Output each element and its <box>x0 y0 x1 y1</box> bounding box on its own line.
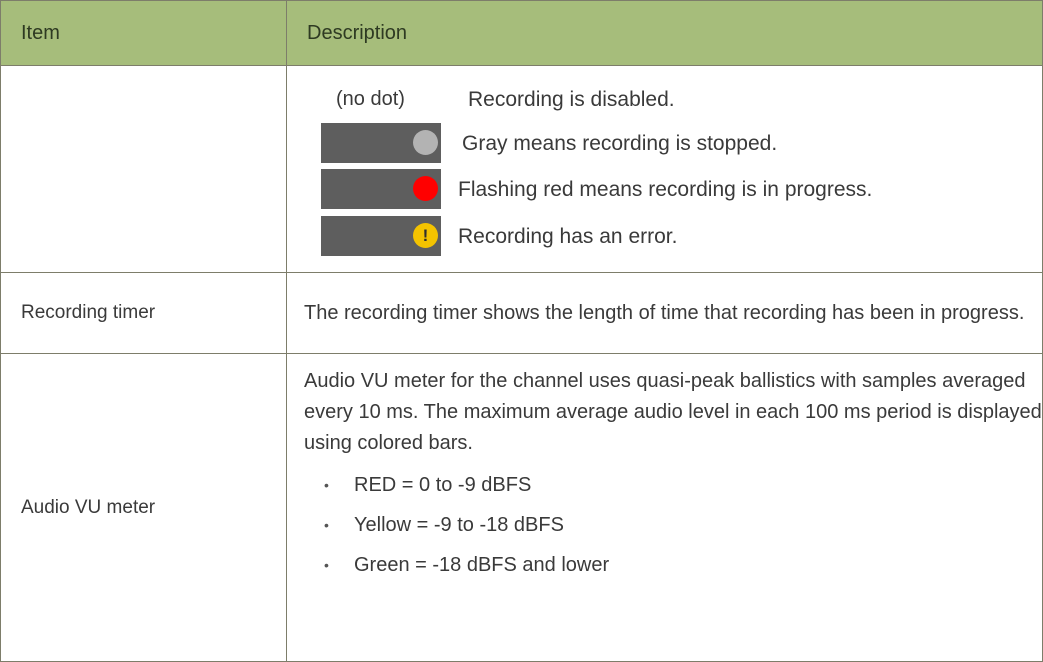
red-dot-icon <box>413 176 438 201</box>
description-table: Item Description (no dot) Recording is d… <box>0 0 1043 662</box>
bullet-icon: • <box>324 556 329 573</box>
timer-item-cell: Recording timer <box>0 272 287 354</box>
indicator-bar <box>321 123 441 163</box>
vu-description-cell: Audio VU meter for the channel uses quas… <box>286 353 1043 662</box>
header-item-label: Item <box>21 21 60 44</box>
status-description-cell: (no dot) Recording is disabled. Gray mea… <box>286 65 1043 273</box>
indicator-error: ! Recording has an error. <box>321 216 677 256</box>
indicator-bar <box>321 169 441 209</box>
indicator-stopped-text: Gray means recording is stopped. <box>462 131 778 155</box>
header-row: Item Description <box>0 0 1043 66</box>
header-description-label: Description <box>307 21 408 44</box>
indicator-recording: Flashing red means recording is in progr… <box>321 169 872 209</box>
indicator-recording-text: Flashing red means recording is in progr… <box>458 177 873 201</box>
indicator-stopped: Gray means recording is stopped. <box>321 123 777 163</box>
vu-level-yellow: Yellow = -9 to -18 dBFS <box>354 513 564 536</box>
vu-level-red: RED = 0 to -9 dBFS <box>354 473 532 496</box>
indicator-error-text: Recording has an error. <box>458 224 678 248</box>
list-item: • Green = -18 dBFS and lower <box>304 545 1042 585</box>
vu-level-list: • RED = 0 to -9 dBFS • Yellow = -9 to -18 … <box>304 465 1042 585</box>
table-row-audio-vu-meter: Audio VU meter Audio VU meter for the ch… <box>0 353 1043 662</box>
gray-dot-icon <box>413 130 438 155</box>
warning-icon: ! <box>413 223 438 248</box>
indicator-disabled: (no dot) Recording is disabled. <box>287 79 675 119</box>
header-description: Description <box>286 0 1043 66</box>
indicator-disabled-text: Recording is disabled. <box>468 87 675 111</box>
table-row-recording-timer: Recording timer The recording timer show… <box>0 272 1043 354</box>
list-item: • Yellow = -9 to -18 dBFS <box>304 505 1042 545</box>
list-item: • RED = 0 to -9 dBFS <box>304 465 1042 505</box>
status-item-cell <box>0 65 287 273</box>
header-item: Item <box>0 0 287 66</box>
no-dot-label: (no dot) <box>336 87 405 110</box>
vu-description-text: Audio VU meter for the channel uses quas… <box>304 370 1042 454</box>
vu-level-green: Green = -18 dBFS and lower <box>354 553 610 576</box>
vu-item-cell: Audio VU meter <box>0 353 287 662</box>
indicator-list: (no dot) Recording is disabled. Gray mea… <box>287 66 1042 272</box>
bullet-icon: • <box>324 476 329 493</box>
indicator-bar: ! <box>321 216 441 256</box>
bullet-icon: • <box>324 516 329 533</box>
timer-description-cell: The recording timer shows the length of … <box>286 272 1043 354</box>
table-row-status-indicator: (no dot) Recording is disabled. Gray mea… <box>0 65 1043 273</box>
